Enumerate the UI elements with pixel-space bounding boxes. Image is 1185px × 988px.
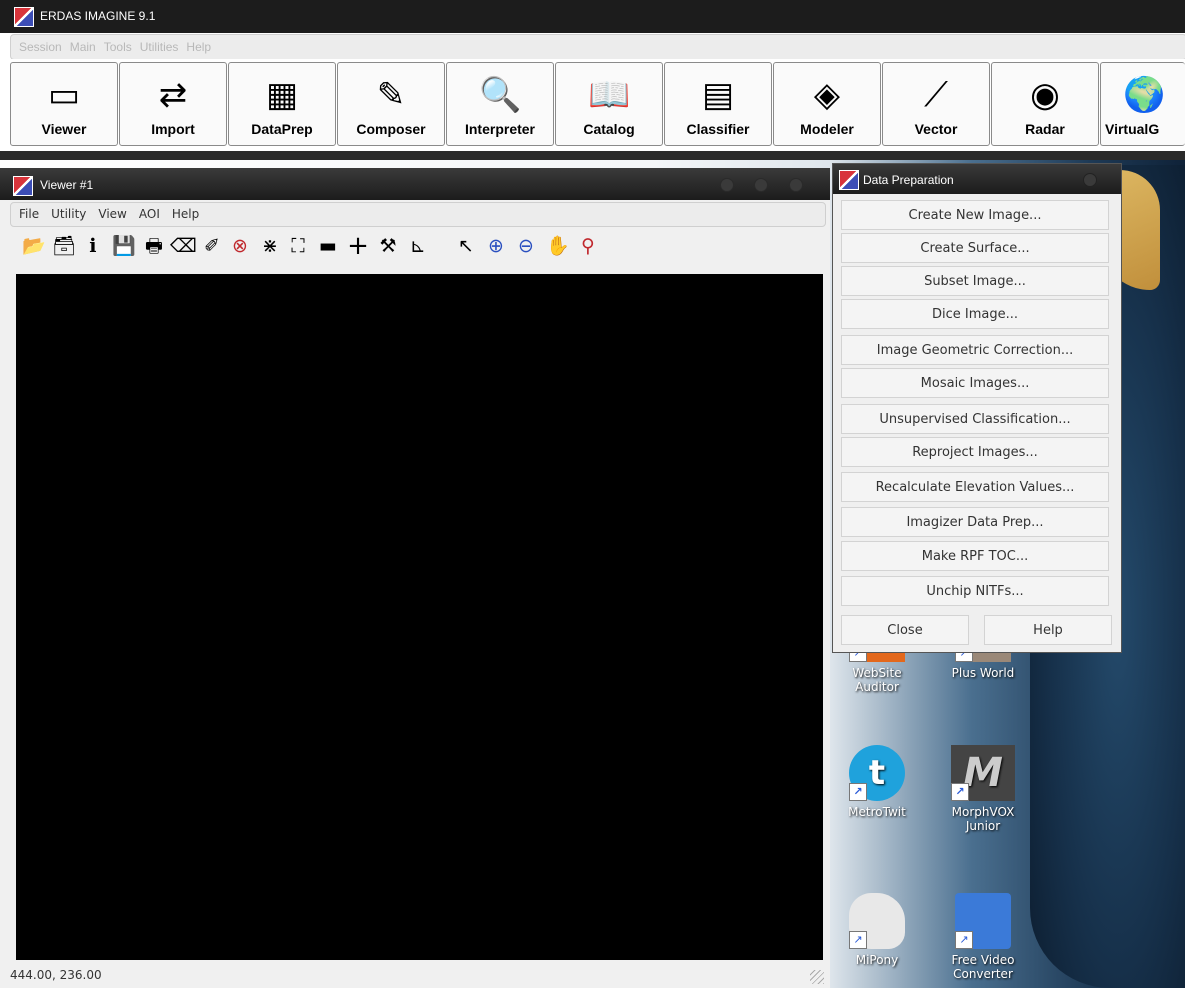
recalculate-elevation-values-button[interactable]: Recalculate Elevation Values... [841, 472, 1109, 502]
erdas-logo-icon [14, 7, 34, 27]
mosaic-images-button[interactable]: Mosaic Images... [841, 368, 1109, 398]
toolbar-viewer-button[interactable]: ▭ Viewer [10, 62, 118, 146]
profile-icon[interactable]: ⊾ [406, 234, 430, 258]
erdas-logo-icon [839, 170, 859, 190]
zoom-out-icon[interactable]: ⊖ [514, 234, 538, 258]
zoom-in-icon[interactable]: ⊕ [484, 234, 508, 258]
menu-session[interactable]: Session [19, 40, 62, 54]
open-layer-icon[interactable]: 🗃 [52, 234, 76, 258]
reproject-images-button[interactable]: Reproject Images... [841, 437, 1109, 467]
make-rpf-toc-button[interactable]: Make RPF TOC... [841, 541, 1109, 571]
vector-icon: ⟋ [924, 75, 948, 115]
desktop-icon-free-video-converter[interactable]: ↗ Free Video Converter [938, 893, 1028, 981]
eraser-icon[interactable]: ⌫ [170, 234, 197, 258]
globe-icon: 🌍 [1123, 75, 1166, 115]
pencil-icon[interactable]: ✐ [200, 234, 224, 258]
dialog-titlebar[interactable]: Data Preparation [833, 164, 1121, 194]
subset-image-button[interactable]: Subset Image... [841, 266, 1109, 296]
unsupervised-classification-button[interactable]: Unsupervised Classification... [841, 404, 1109, 434]
dataprep-icon: ▦ [265, 75, 299, 115]
toolbar-modeler-button[interactable]: ◈ Modeler [773, 62, 881, 146]
minimize-button[interactable] [720, 178, 734, 192]
help-button[interactable]: Help [984, 615, 1112, 645]
erdas-logo-icon [13, 176, 33, 196]
zoom-out-fit-icon[interactable]: ⛶ [286, 234, 310, 258]
save-icon[interactable]: 💾 [112, 234, 136, 258]
catalog-icon: 📖 [588, 75, 631, 115]
inquire-icon[interactable]: ⚲ [576, 234, 600, 258]
status-bar: 444.00, 236.00 [10, 965, 828, 986]
open-icon[interactable]: 📂 [22, 234, 46, 258]
desktop-icon-mipony[interactable]: ↗ MiPony [832, 893, 922, 967]
toolbar-interpreter-button[interactable]: 🔍 Interpreter [446, 62, 554, 146]
create-new-image-button[interactable]: Create New Image... [841, 200, 1109, 230]
data-preparation-dialog: Data Preparation Create New Image... Cre… [832, 163, 1122, 653]
unchip-nitfs-button[interactable]: Unchip NITFs... [841, 576, 1109, 606]
viewer-canvas[interactable] [16, 274, 823, 960]
clear-icon[interactable]: ⊗ [228, 234, 252, 258]
pan-hand-icon[interactable]: ✋ [546, 234, 570, 258]
viewer-menu-aoi[interactable]: AOI [139, 207, 160, 221]
maximize-button[interactable] [754, 178, 768, 192]
viewer-toolbar: 📂 🗃 ℹ 💾 🖶 ⌫ ✐ ⊗ ⋇ ⛶ ▬ + ⚒ ⊾ ↖ ⊕ ⊖ ✋ ⚲ [14, 232, 824, 262]
main-menubar: Session Main Tools Utilities Help [10, 34, 1185, 60]
dialog-title: Data Preparation [863, 173, 954, 187]
free-video-converter-icon: ↗ [955, 893, 1011, 949]
menu-main[interactable]: Main [70, 40, 96, 54]
toolbar-vector-button[interactable]: ⟋ Vector [882, 62, 990, 146]
toolbar-classifier-button[interactable]: ▤ Classifier [664, 62, 772, 146]
toolbar-import-button[interactable]: ⇄ Import [119, 62, 227, 146]
viewer-titlebar[interactable]: Viewer #1 [0, 168, 830, 200]
create-surface-button[interactable]: Create Surface... [841, 233, 1109, 263]
app-title: ERDAS IMAGINE 9.1 [40, 9, 156, 23]
toolbar-catalog-button[interactable]: 📖 Catalog [555, 62, 663, 146]
imagizer-data-prep-button[interactable]: Imagizer Data Prep... [841, 507, 1109, 537]
pointer-icon[interactable]: ↖ [454, 234, 478, 258]
image-geometric-correction-button[interactable]: Image Geometric Correction... [841, 335, 1109, 365]
coordinate-readout: 444.00, 236.00 [10, 968, 102, 982]
menu-utilities[interactable]: Utilities [140, 40, 179, 54]
composer-icon: ✎ [376, 75, 406, 115]
crosshair-icon[interactable]: + [346, 233, 370, 259]
hammer-icon[interactable]: ⚒ [376, 234, 400, 258]
viewer-menu-file[interactable]: File [19, 207, 39, 221]
viewer-window: Viewer #1 File Utility View AOI Help 📂 🗃 ℹ 💾… [0, 168, 830, 988]
toolbar-composer-button[interactable]: ✎ Composer [337, 62, 445, 146]
menu-help[interactable]: Help [186, 40, 211, 54]
desktop-icon-metrotwit[interactable]: t ↗ MetroTwit [832, 745, 922, 819]
resize-grip-icon[interactable] [810, 970, 824, 984]
morphvox-icon: M ↗ [951, 745, 1015, 801]
dialog-close-button[interactable] [1083, 173, 1097, 187]
menu-tools[interactable]: Tools [104, 40, 132, 54]
viewer-menu-help[interactable]: Help [172, 207, 199, 221]
viewer-icon: ▭ [47, 75, 81, 115]
close-button[interactable]: Close [841, 615, 969, 645]
modeler-icon: ◈ [813, 75, 841, 115]
toolbar-frame-edge [0, 151, 1185, 160]
import-icon: ⇄ [158, 75, 188, 115]
viewer-menu-utility[interactable]: Utility [51, 207, 86, 221]
interpreter-icon: 🔍 [479, 75, 522, 115]
main-titlebar[interactable]: ERDAS IMAGINE 9.1 [0, 0, 1185, 33]
print-icon[interactable]: 🖶 [142, 234, 166, 258]
desktop-icon-morphvox[interactable]: M ↗ MorphVOX Junior [938, 745, 1028, 833]
radar-icon: ◉ [1030, 75, 1060, 115]
viewer-title: Viewer #1 [40, 178, 94, 192]
close-button[interactable] [789, 178, 803, 192]
zoom-in-fit-icon[interactable]: ⋇ [258, 234, 282, 258]
viewer-menubar: File Utility View AOI Help [10, 202, 826, 227]
mipony-icon: ↗ [849, 893, 905, 949]
dice-image-button[interactable]: Dice Image... [841, 299, 1109, 329]
toolbar-virtualgis-button[interactable]: 🌍 VirtualG [1100, 62, 1185, 146]
info-icon[interactable]: ℹ [81, 234, 105, 258]
toolbar-radar-button[interactable]: ◉ Radar [991, 62, 1099, 146]
classifier-icon: ▤ [701, 75, 735, 115]
ruler-icon[interactable]: ▬ [316, 234, 340, 258]
metrotwit-icon: t ↗ [849, 745, 905, 801]
toolbar-dataprep-button[interactable]: ▦ DataPrep [228, 62, 336, 146]
viewer-menu-view[interactable]: View [98, 207, 126, 221]
main-toolbar: ▭ Viewer ⇄ Import ▦ DataPrep ✎ Composer … [0, 59, 1185, 151]
